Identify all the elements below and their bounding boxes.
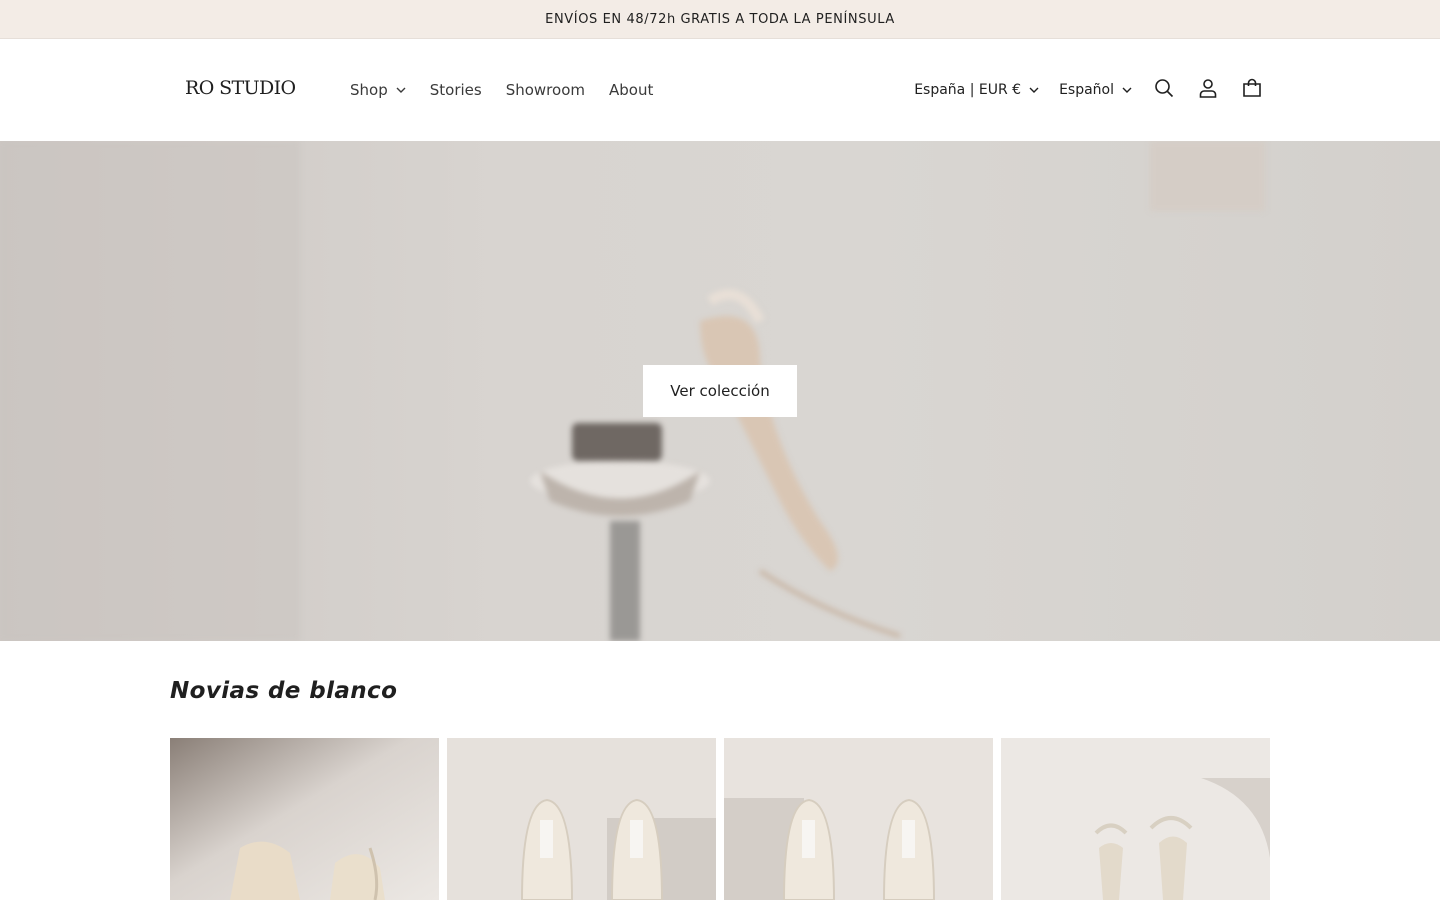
nav-item-label: Stories <box>429 81 482 99</box>
chevron-down-icon <box>1029 87 1039 93</box>
product-card[interactable] <box>447 738 716 900</box>
search-button[interactable] <box>1142 68 1186 112</box>
nav-item-label: About <box>608 81 654 99</box>
account-icon <box>1198 78 1218 102</box>
view-collection-button[interactable]: Ver colección <box>643 365 797 417</box>
chevron-down-icon <box>1122 87 1132 93</box>
language-selector[interactable]: Español <box>1049 82 1142 98</box>
main-nav: Shop Stories Showroom About <box>338 39 665 141</box>
chevron-down-icon <box>396 87 406 93</box>
search-icon <box>1154 78 1174 102</box>
country-selector-label: España | EUR € <box>914 82 1022 98</box>
logo[interactable]: RO STUDIO <box>185 77 296 99</box>
nav-item-stories[interactable]: Stories <box>418 81 494 99</box>
nav-item-label: Showroom <box>505 81 585 99</box>
cart-icon <box>1242 78 1262 102</box>
product-card[interactable] <box>1001 738 1270 900</box>
mules-top-view-image <box>447 738 716 900</box>
collection-title: Novias de blanco <box>170 678 398 704</box>
slingback-heels-image <box>170 738 439 900</box>
nav-item-label: Shop <box>350 81 388 99</box>
account-button[interactable] <box>1186 68 1230 112</box>
product-card[interactable] <box>724 738 993 900</box>
announcement-bar: ENVÍOS EN 48/72h GRATIS A TODA LA PENÍNS… <box>0 0 1440 39</box>
header-actions: España | EUR € Español <box>904 39 1274 141</box>
announcement-text: ENVÍOS EN 48/72h GRATIS A TODA LA PENÍNS… <box>545 11 895 27</box>
nav-item-about[interactable]: About <box>597 81 665 99</box>
nav-item-shop[interactable]: Shop <box>338 81 418 99</box>
site-header: RO STUDIO Shop Stories Showroom About Es… <box>0 39 1440 141</box>
product-card[interactable] <box>170 738 439 900</box>
nav-item-showroom[interactable]: Showroom <box>494 81 597 99</box>
ankle-strap-sandals-image <box>1001 738 1270 900</box>
mules-top-view-image <box>724 738 993 900</box>
hero-banner: Ver colección <box>0 141 1440 641</box>
language-selector-label: Español <box>1059 82 1114 98</box>
cart-button[interactable] <box>1230 68 1274 112</box>
product-grid <box>170 738 1270 900</box>
country-selector[interactable]: España | EUR € <box>904 82 1049 98</box>
